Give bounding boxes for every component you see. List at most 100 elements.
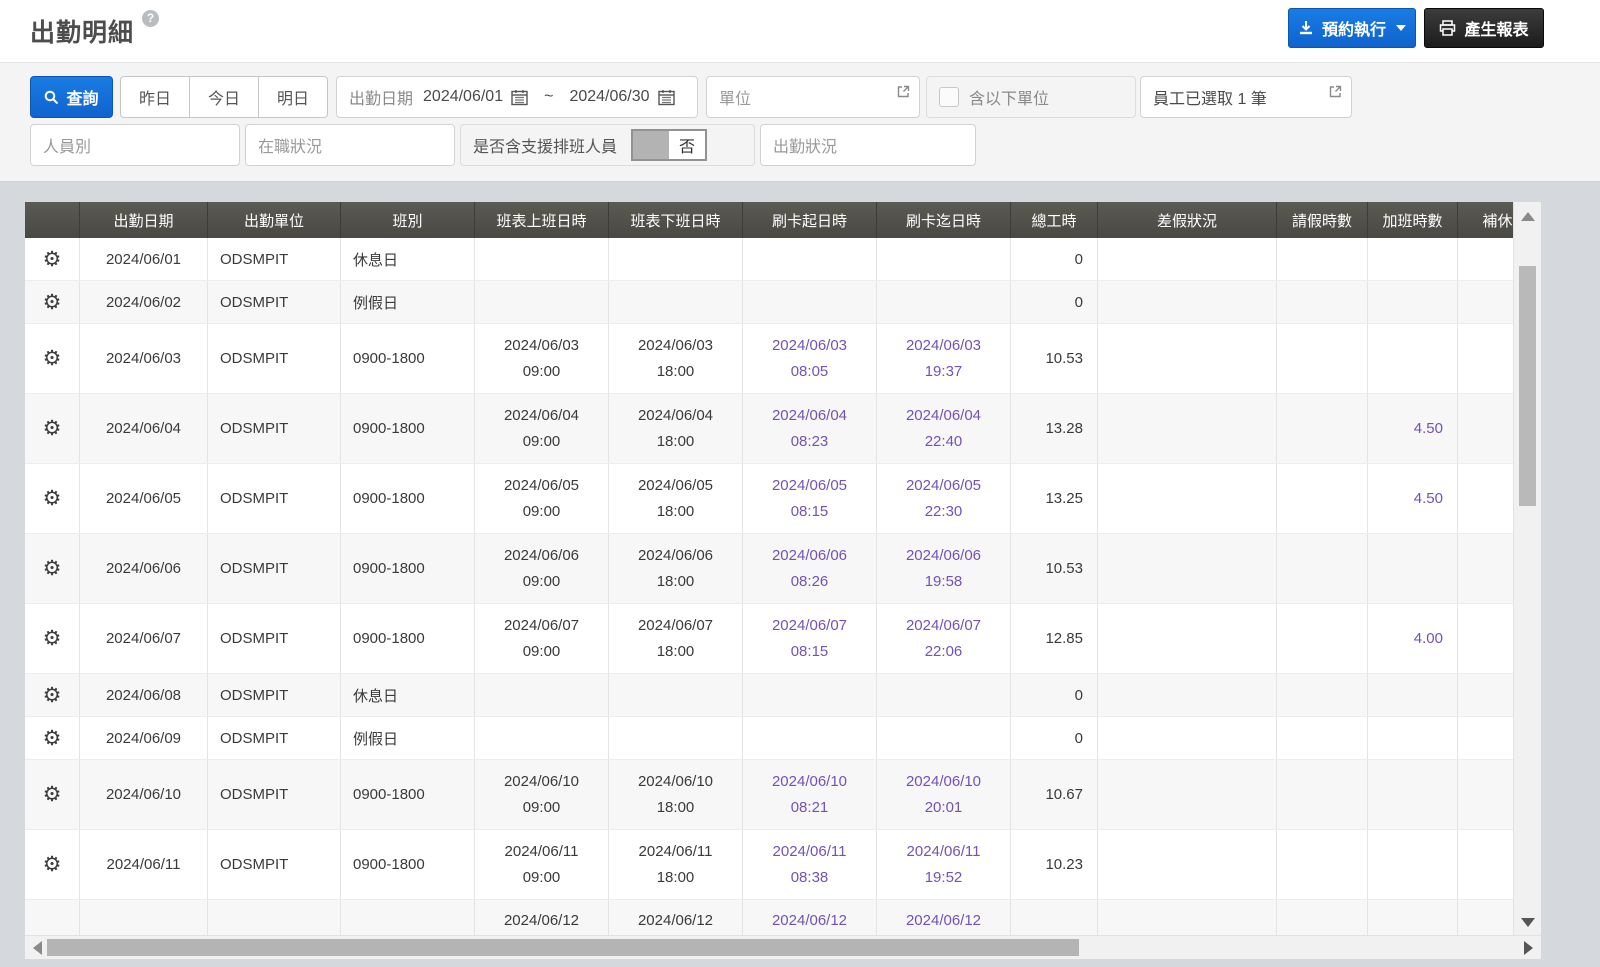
cell-value[interactable]: 4.00 bbox=[1414, 630, 1443, 647]
card-time-link[interactable]: 19:37 bbox=[925, 359, 963, 385]
cell-shift: 0900-1800 bbox=[341, 760, 475, 829]
cell-leave-hours bbox=[1277, 324, 1368, 393]
card-time-link[interactable]: 2024/06/06 bbox=[906, 543, 981, 569]
date-from-value[interactable]: 2024/06/01 bbox=[423, 88, 503, 106]
card-time-link[interactable]: 2024/06/03 bbox=[906, 333, 981, 359]
table-row: ⚙2024/06/10ODSMPIT0900-18002024/06/1009:… bbox=[25, 760, 1513, 830]
card-time-link[interactable]: 2024/06/05 bbox=[772, 473, 847, 499]
person-type-input[interactable]: 人員別 bbox=[30, 124, 240, 166]
row-settings-icon[interactable]: ⚙ bbox=[43, 249, 62, 270]
today-button[interactable]: 今日 bbox=[189, 76, 259, 118]
generate-report-button[interactable]: 產生報表 bbox=[1424, 8, 1544, 48]
cell-value[interactable]: 4.50 bbox=[1414, 490, 1443, 507]
row-settings-icon[interactable]: ⚙ bbox=[43, 418, 62, 439]
query-button[interactable]: 查詢 bbox=[30, 76, 113, 118]
card-time-link[interactable]: 2024/06/05 bbox=[906, 473, 981, 499]
card-time-link[interactable]: 2024/06/11 bbox=[907, 839, 981, 865]
card-time-link[interactable]: 22:40 bbox=[925, 429, 963, 455]
card-time-link[interactable]: 2024/06/07 bbox=[906, 613, 981, 639]
card-time-link[interactable]: 19:58 bbox=[925, 569, 963, 595]
support-shift-toggle[interactable]: 否 bbox=[631, 129, 707, 161]
cell-comp-hours bbox=[1458, 900, 1513, 935]
card-time-link[interactable]: 20:01 bbox=[925, 795, 963, 821]
cell-settings: ⚙ bbox=[25, 464, 80, 533]
cell-schedule-in: 2024/06/1109:00 bbox=[475, 830, 609, 899]
card-time-link[interactable]: 08:26 bbox=[791, 569, 829, 595]
card-time-link[interactable]: 08:05 bbox=[791, 359, 829, 385]
row-settings-icon[interactable]: ⚙ bbox=[43, 685, 62, 706]
horizontal-scrollbar[interactable] bbox=[25, 935, 1541, 959]
schedule-time-text: 2024/06/04 bbox=[638, 403, 713, 429]
scroll-down-icon[interactable] bbox=[1521, 918, 1535, 927]
card-time-link[interactable]: 08:23 bbox=[791, 429, 829, 455]
card-time-link[interactable]: 2024/06/12 bbox=[906, 908, 981, 934]
cell-value[interactable]: 4.50 bbox=[1414, 420, 1443, 437]
attendance-date-range[interactable]: 出勤日期 2024/06/01 ~ 2024/06/30 bbox=[336, 76, 698, 118]
header-cell-date: 出勤日期 bbox=[80, 202, 208, 238]
cell-schedule-out bbox=[609, 674, 743, 716]
cell-value: 0 bbox=[1075, 294, 1083, 311]
card-time-link[interactable]: 22:06 bbox=[925, 639, 963, 665]
employment-status-input[interactable]: 在職狀況 bbox=[245, 124, 455, 166]
calendar-to-icon[interactable] bbox=[658, 89, 675, 106]
cell-value: 2024/06/10 bbox=[106, 786, 181, 803]
date-to-value[interactable]: 2024/06/30 bbox=[569, 88, 649, 106]
cell-card-in bbox=[743, 674, 877, 716]
table-row: ⚙2024/06/11ODSMPIT0900-18002024/06/1109:… bbox=[25, 830, 1513, 900]
card-time-link[interactable]: 08:21 bbox=[791, 795, 829, 821]
yesterday-button[interactable]: 昨日 bbox=[120, 76, 190, 118]
cell-value: 10.67 bbox=[1045, 786, 1083, 803]
card-time-link[interactable]: 08:38 bbox=[791, 865, 829, 891]
card-time-link[interactable]: 08:15 bbox=[791, 639, 829, 665]
card-time-link[interactable]: 2024/06/11 bbox=[773, 839, 847, 865]
query-label: 查詢 bbox=[66, 85, 98, 109]
schedule-run-button[interactable]: 預約執行 bbox=[1288, 8, 1416, 48]
scroll-up-icon[interactable] bbox=[1521, 212, 1535, 221]
calendar-from-icon[interactable] bbox=[511, 89, 528, 106]
attendance-status-input[interactable]: 出勤狀況 bbox=[760, 124, 976, 166]
vertical-scrollbar[interactable] bbox=[1513, 202, 1541, 935]
cell-shift bbox=[341, 900, 475, 935]
cell-comp-hours bbox=[1458, 281, 1513, 323]
row-settings-icon[interactable]: ⚙ bbox=[43, 558, 62, 579]
card-time-link[interactable]: 08:15 bbox=[791, 499, 829, 525]
card-time-link[interactable]: 2024/06/06 bbox=[772, 543, 847, 569]
card-time-link[interactable]: 19:52 bbox=[925, 865, 963, 891]
cell-settings: ⚙ bbox=[25, 534, 80, 603]
row-settings-icon[interactable]: ⚙ bbox=[43, 348, 62, 369]
cell-total-hours: 10.67 bbox=[1011, 760, 1098, 829]
scroll-left-icon[interactable] bbox=[33, 941, 42, 955]
row-settings-icon[interactable]: ⚙ bbox=[43, 488, 62, 509]
help-icon[interactable]: ? bbox=[142, 10, 159, 27]
card-time-link[interactable]: 2024/06/04 bbox=[772, 403, 847, 429]
tomorrow-button[interactable]: 明日 bbox=[258, 76, 328, 118]
row-settings-icon[interactable]: ⚙ bbox=[43, 784, 62, 805]
card-time-link[interactable]: 2024/06/07 bbox=[772, 613, 847, 639]
scroll-right-icon[interactable] bbox=[1524, 941, 1533, 955]
cell-settings: ⚙ bbox=[25, 324, 80, 393]
cell-unit: ODSMPIT bbox=[208, 674, 341, 716]
card-time-link[interactable]: 2024/06/10 bbox=[772, 769, 847, 795]
include-sub-units-checkbox[interactable] bbox=[939, 87, 959, 107]
unit-popup-icon[interactable] bbox=[897, 85, 910, 98]
unit-input[interactable]: 單位 bbox=[706, 76, 920, 118]
cell-card-in bbox=[743, 281, 877, 323]
cell-leave-hours bbox=[1277, 674, 1368, 716]
schedule-time-text: 2024/06/06 bbox=[638, 543, 713, 569]
card-time-link[interactable]: 22:30 bbox=[925, 499, 963, 525]
card-time-link[interactable]: 2024/06/04 bbox=[906, 403, 981, 429]
schedule-time-text: 18:00 bbox=[657, 359, 695, 385]
row-settings-icon[interactable]: ⚙ bbox=[43, 628, 62, 649]
card-time-link[interactable]: 2024/06/10 bbox=[906, 769, 981, 795]
vertical-scroll-thumb[interactable] bbox=[1519, 266, 1536, 506]
employee-popup-icon[interactable] bbox=[1329, 85, 1342, 98]
schedule-time-text: 2024/06/05 bbox=[638, 473, 713, 499]
cell-date: 2024/06/08 bbox=[80, 674, 208, 716]
employee-selected-box[interactable]: 員工已選取 1 筆 bbox=[1140, 76, 1352, 118]
card-time-link[interactable]: 2024/06/12 bbox=[772, 908, 847, 934]
card-time-link[interactable]: 2024/06/03 bbox=[772, 333, 847, 359]
horizontal-scroll-thumb[interactable] bbox=[47, 939, 1079, 956]
row-settings-icon[interactable]: ⚙ bbox=[43, 854, 62, 875]
row-settings-icon[interactable]: ⚙ bbox=[43, 292, 62, 313]
row-settings-icon[interactable]: ⚙ bbox=[43, 728, 62, 749]
